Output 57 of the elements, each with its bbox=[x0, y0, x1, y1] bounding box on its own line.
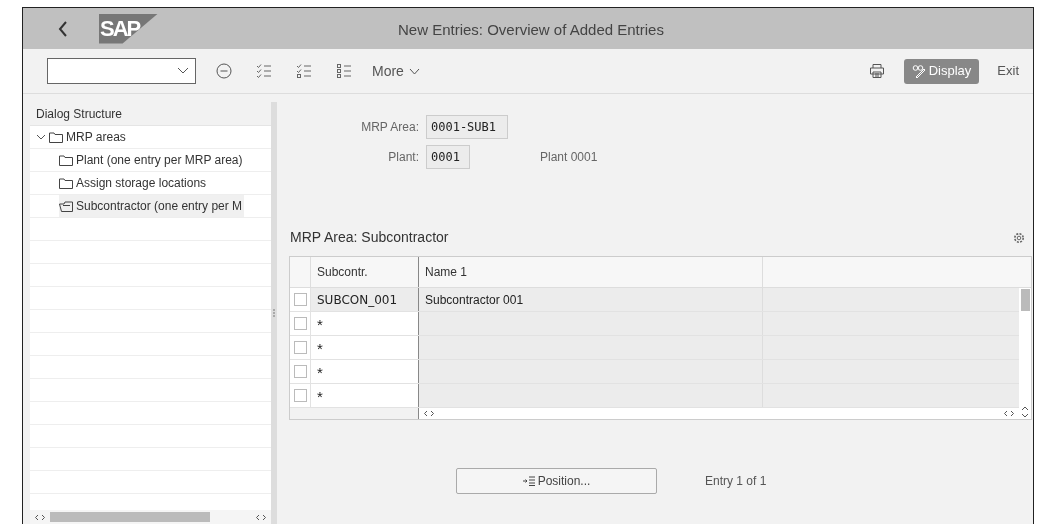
table-cell[interactable]: * bbox=[311, 384, 419, 407]
scroll-arrows-icon[interactable] bbox=[423, 410, 435, 417]
column-header[interactable]: Subcontr. bbox=[311, 257, 419, 287]
exit-button[interactable]: Exit bbox=[997, 61, 1019, 81]
row-checkbox[interactable] bbox=[293, 341, 307, 354]
back-icon bbox=[58, 20, 68, 37]
table-cell: SUBCON_001 bbox=[311, 288, 419, 311]
more-button[interactable]: More bbox=[372, 60, 420, 82]
checklist-icon[interactable] bbox=[296, 63, 312, 79]
field-label: MRP Area: bbox=[360, 119, 420, 136]
row-checkbox[interactable] bbox=[293, 317, 307, 330]
open-folder-icon bbox=[59, 200, 73, 212]
tree-item[interactable]: Assign storage locations bbox=[59, 172, 209, 194]
table-cell[interactable]: * bbox=[311, 336, 419, 359]
input-field[interactable]: 0001 bbox=[426, 145, 470, 169]
display-button[interactable]: Display bbox=[903, 58, 980, 84]
table-cell[interactable]: * bbox=[311, 312, 419, 335]
row-checkbox[interactable] bbox=[293, 293, 307, 306]
tree-item[interactable]: Subcontractor (one entry per M bbox=[59, 195, 245, 217]
drag-handle-icon[interactable] bbox=[273, 309, 275, 317]
table-cell[interactable]: * bbox=[311, 360, 419, 383]
field-description: Plant 0001 bbox=[540, 149, 598, 166]
print-icon[interactable] bbox=[868, 63, 885, 79]
window-title: New Entries: Overview of Added Entries bbox=[398, 20, 664, 40]
row-checkbox[interactable] bbox=[293, 365, 307, 378]
folder-icon bbox=[59, 154, 73, 166]
vertical-scrollbar[interactable] bbox=[1019, 288, 1031, 419]
position-icon bbox=[522, 476, 535, 486]
chevron-down-icon[interactable] bbox=[36, 133, 46, 141]
tree-item[interactable]: Plant (one entry per MRP area) bbox=[59, 149, 245, 171]
panel-title: Dialog Structure bbox=[30, 102, 271, 126]
scrollbar-thumb[interactable] bbox=[1020, 289, 1030, 311]
logo: SAP bbox=[99, 13, 158, 44]
settings-icon[interactable] bbox=[1013, 231, 1025, 244]
minus-circle-icon[interactable] bbox=[216, 63, 232, 79]
folder-icon bbox=[49, 131, 63, 143]
input-field[interactable]: 0001-SUB1 bbox=[426, 115, 508, 139]
scroll-arrows-icon[interactable] bbox=[34, 513, 46, 521]
checklist-icon[interactable] bbox=[256, 63, 272, 79]
scrollbar-thumb[interactable] bbox=[50, 512, 210, 522]
table-title: MRP Area: Subcontractor bbox=[290, 228, 449, 247]
chevron-down-icon bbox=[408, 67, 420, 75]
row-checkbox[interactable] bbox=[293, 389, 307, 402]
folder-icon bbox=[59, 177, 73, 189]
command-field[interactable] bbox=[47, 58, 196, 84]
tree-item[interactable]: MRP areas bbox=[36, 126, 128, 148]
dropdown-icon bbox=[177, 67, 189, 75]
column-header[interactable]: Name 1 bbox=[419, 257, 763, 287]
list-icon[interactable] bbox=[336, 63, 352, 79]
position-button[interactable]: Position... bbox=[456, 468, 657, 494]
field-label: Plant: bbox=[387, 149, 420, 166]
scroll-up-down-icon[interactable] bbox=[1021, 405, 1029, 419]
glasses-pencil-icon bbox=[911, 64, 926, 78]
scroll-arrows-icon[interactable] bbox=[1003, 410, 1015, 417]
entry-count: Entry 1 of 1 bbox=[705, 473, 767, 490]
scroll-arrows-icon[interactable] bbox=[255, 513, 267, 521]
table-cell: Subcontractor 001 bbox=[419, 288, 763, 311]
